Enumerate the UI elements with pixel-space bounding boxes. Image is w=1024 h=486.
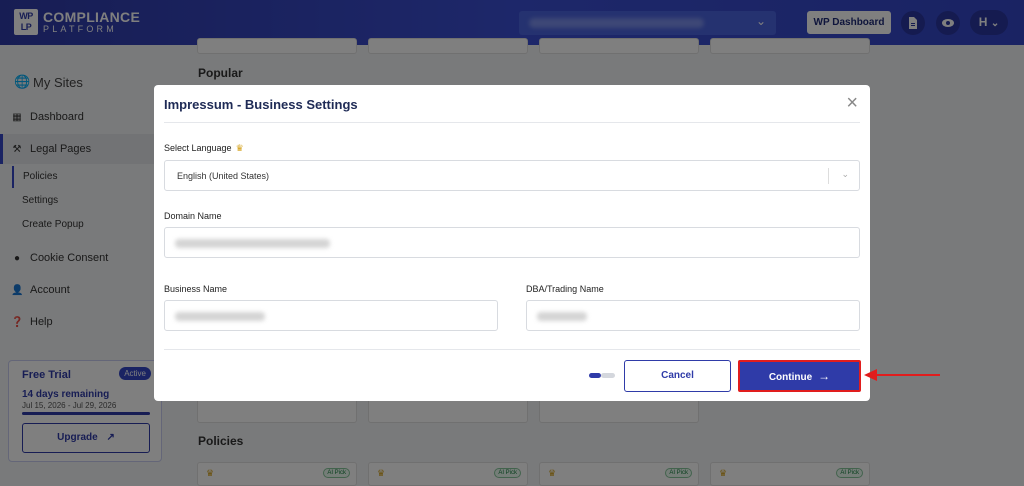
dba-trading-name-label: DBA/Trading Name xyxy=(526,284,604,294)
cancel-button[interactable]: Cancel xyxy=(624,360,731,392)
continue-label: Continue xyxy=(768,372,813,383)
step-progress-current xyxy=(589,373,601,378)
step-progress-remaining xyxy=(601,373,615,378)
business-settings-modal: Impressum - Business Settings × Select L… xyxy=(154,85,870,401)
crown-icon: ♛ xyxy=(235,143,244,153)
close-icon[interactable]: × xyxy=(846,93,858,113)
business-name-label: Business Name xyxy=(164,284,228,294)
divider xyxy=(164,122,860,123)
annotation-arrow-icon xyxy=(864,369,940,381)
continue-button[interactable]: Continue → xyxy=(738,360,861,392)
divider xyxy=(164,349,860,350)
domain-name-field[interactable] xyxy=(164,227,860,258)
language-select-value: English (United States) xyxy=(177,171,270,181)
select-language-label: Select Language ♛ xyxy=(164,143,244,154)
label-text: Select Language xyxy=(164,143,232,153)
domain-name-label: Domain Name xyxy=(164,211,222,221)
chevron-down-icon: ⌄ xyxy=(841,169,849,179)
business-value-redacted xyxy=(175,312,265,321)
business-name-field[interactable] xyxy=(164,300,498,331)
domain-value-redacted xyxy=(175,239,330,248)
modal-title: Impressum - Business Settings xyxy=(164,97,358,112)
arrow-right-icon: → xyxy=(818,369,831,383)
dba-value-redacted xyxy=(537,312,587,321)
dba-trading-name-field[interactable] xyxy=(526,300,860,331)
language-select[interactable]: English (United States) ⌄ xyxy=(164,160,860,191)
divider xyxy=(828,168,829,184)
